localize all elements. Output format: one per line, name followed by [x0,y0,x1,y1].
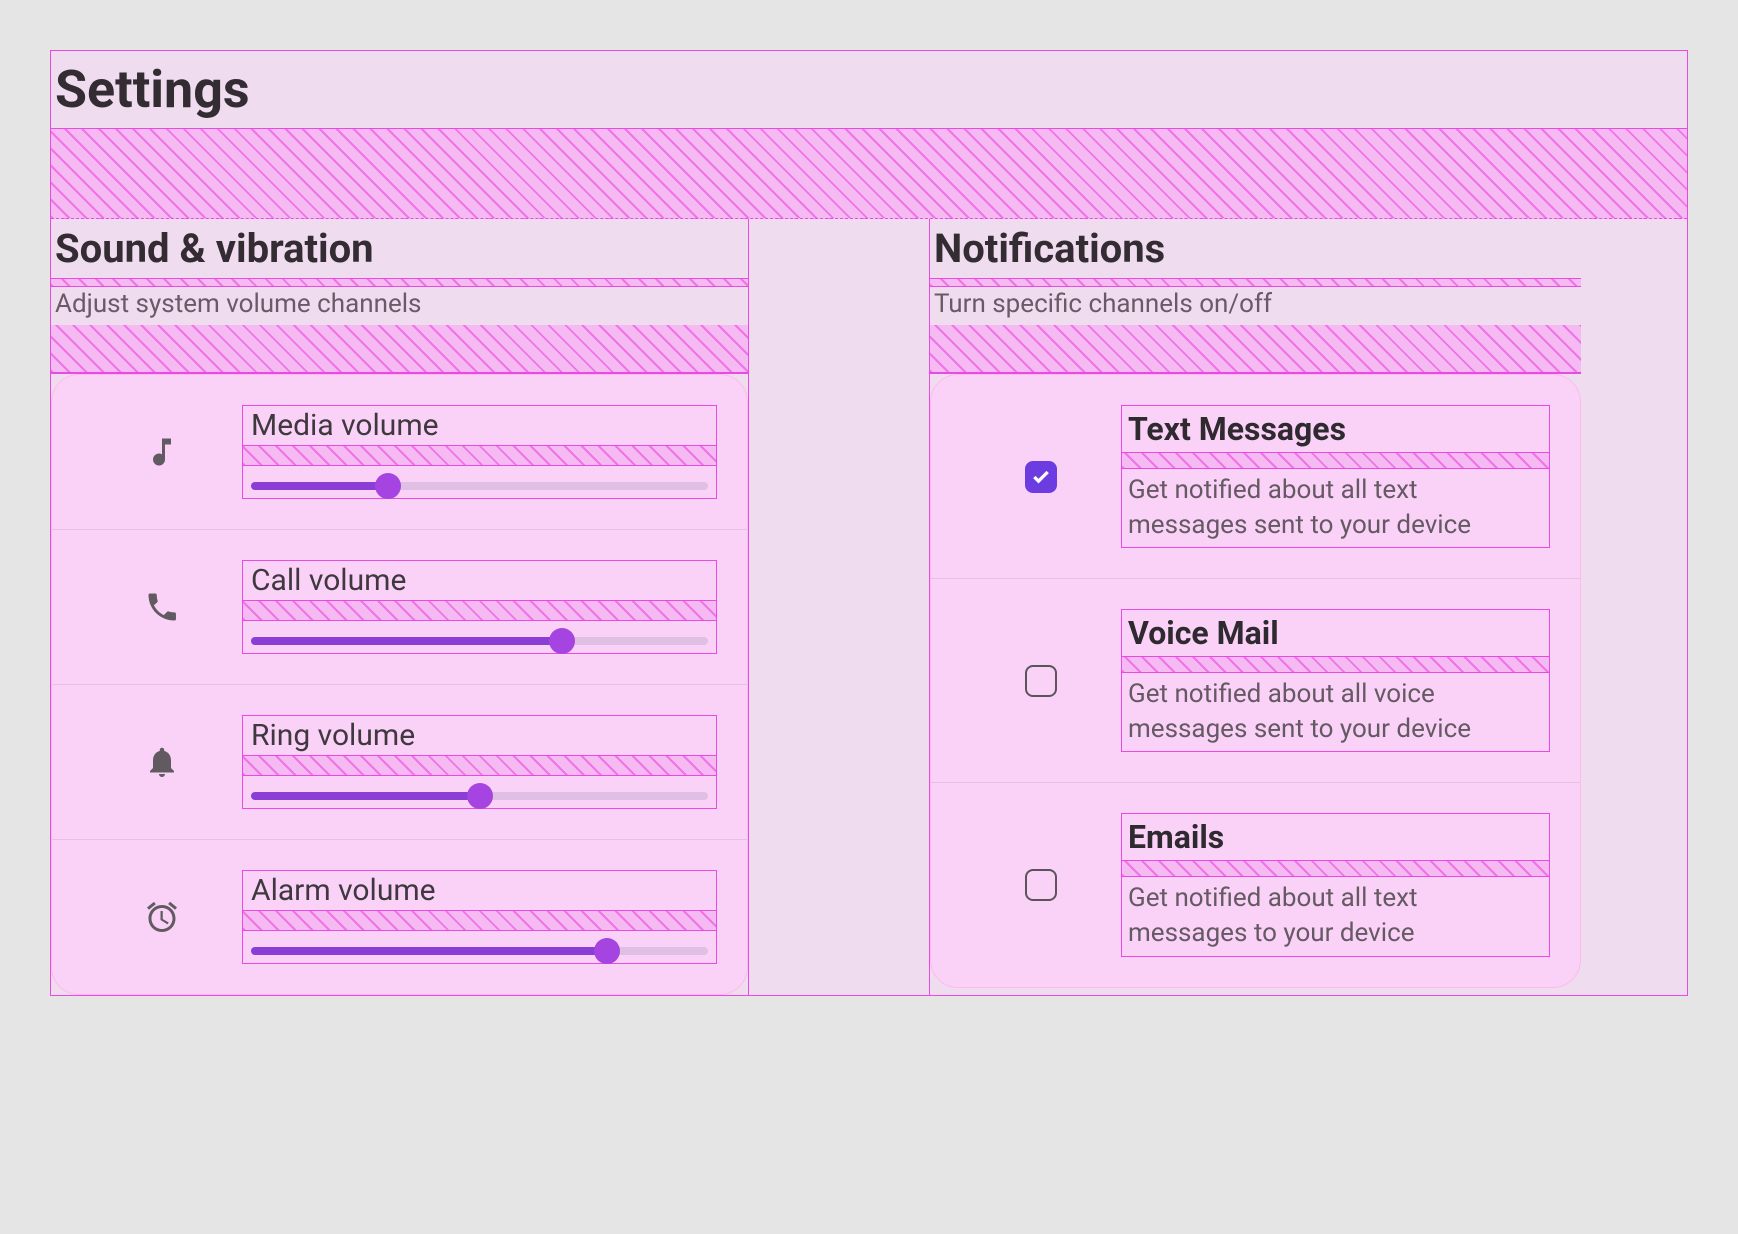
hatch [51,279,748,287]
sound-section: Sound & vibration Adjust system volume c… [51,219,749,995]
slider-label: Call volume [243,561,716,601]
slider-thumb[interactable] [375,473,401,499]
sound-subtitle: Adjust system volume channels [51,287,748,325]
voice-mail-checkbox[interactable] [1025,665,1057,697]
header-spacer [51,129,1687,219]
notification-title: Voice Mail [1122,610,1549,657]
page-title: Settings [51,51,1687,129]
hatch [243,756,716,776]
sound-title: Sound & vibration [51,219,748,279]
notifications-section: Notifications Turn specific channels on/… [929,219,1581,995]
phone-icon [82,589,242,625]
check-icon [1031,467,1051,487]
slider-label: Media volume [243,406,716,446]
notification-row-voice-mail: Voice Mail Get notified about all voice … [931,579,1580,783]
slider-thumb[interactable] [549,628,575,654]
columns: Sound & vibration Adjust system volume c… [51,219,1687,995]
hatch [243,446,716,466]
hatch [243,601,716,621]
ring-volume-slider[interactable] [251,792,708,800]
music-note-icon [82,434,242,470]
alarm-volume-control: Alarm volume [242,870,717,964]
hatch [1122,657,1549,673]
notification-desc: Get notified about all text messages sen… [1122,469,1549,547]
notification-desc: Get notified about all voice messages se… [1122,673,1549,751]
alarm-icon [82,899,242,935]
notifications-header: Notifications Turn specific channels on/… [930,219,1581,374]
notification-title: Text Messages [1122,406,1549,453]
hatch [1122,453,1549,469]
hatch [930,279,1581,287]
call-volume-slider[interactable] [251,637,708,645]
slider-label: Alarm volume [243,871,716,911]
text-messages-checkbox[interactable] [1025,461,1057,493]
sound-row-call: Call volume [52,530,747,685]
notification-row-text-messages: Text Messages Get notified about all tex… [931,375,1580,579]
bell-icon [82,744,242,780]
hatch [930,325,1581,373]
hatch [243,911,716,931]
slider-label: Ring volume [243,716,716,756]
settings-page: Settings Sound & vibration Adjust system… [50,50,1688,996]
slider-thumb[interactable] [467,783,493,809]
notifications-card: Text Messages Get notified about all tex… [930,374,1581,988]
sound-header: Sound & vibration Adjust system volume c… [51,219,748,374]
emails-info: Emails Get notified about all text messa… [1121,813,1550,956]
media-volume-slider[interactable] [251,482,708,490]
voice-mail-info: Voice Mail Get notified about all voice … [1121,609,1550,752]
alarm-volume-slider[interactable] [251,947,708,955]
notification-desc: Get notified about all text messages to … [1122,877,1549,955]
notifications-subtitle: Turn specific channels on/off [930,287,1581,325]
hatch [1122,861,1549,877]
call-volume-control: Call volume [242,560,717,654]
text-messages-info: Text Messages Get notified about all tex… [1121,405,1550,548]
hatch [51,325,748,373]
emails-checkbox[interactable] [1025,869,1057,901]
sound-card: Media volume [51,374,748,995]
notification-row-emails: Emails Get notified about all text messa… [931,783,1580,986]
notification-title: Emails [1122,814,1549,861]
sound-row-ring: Ring volume [52,685,747,840]
notifications-title: Notifications [930,219,1581,279]
ring-volume-control: Ring volume [242,715,717,809]
media-volume-control: Media volume [242,405,717,499]
sound-row-alarm: Alarm volume [52,840,747,994]
sound-row-media: Media volume [52,375,747,530]
slider-thumb[interactable] [594,938,620,964]
